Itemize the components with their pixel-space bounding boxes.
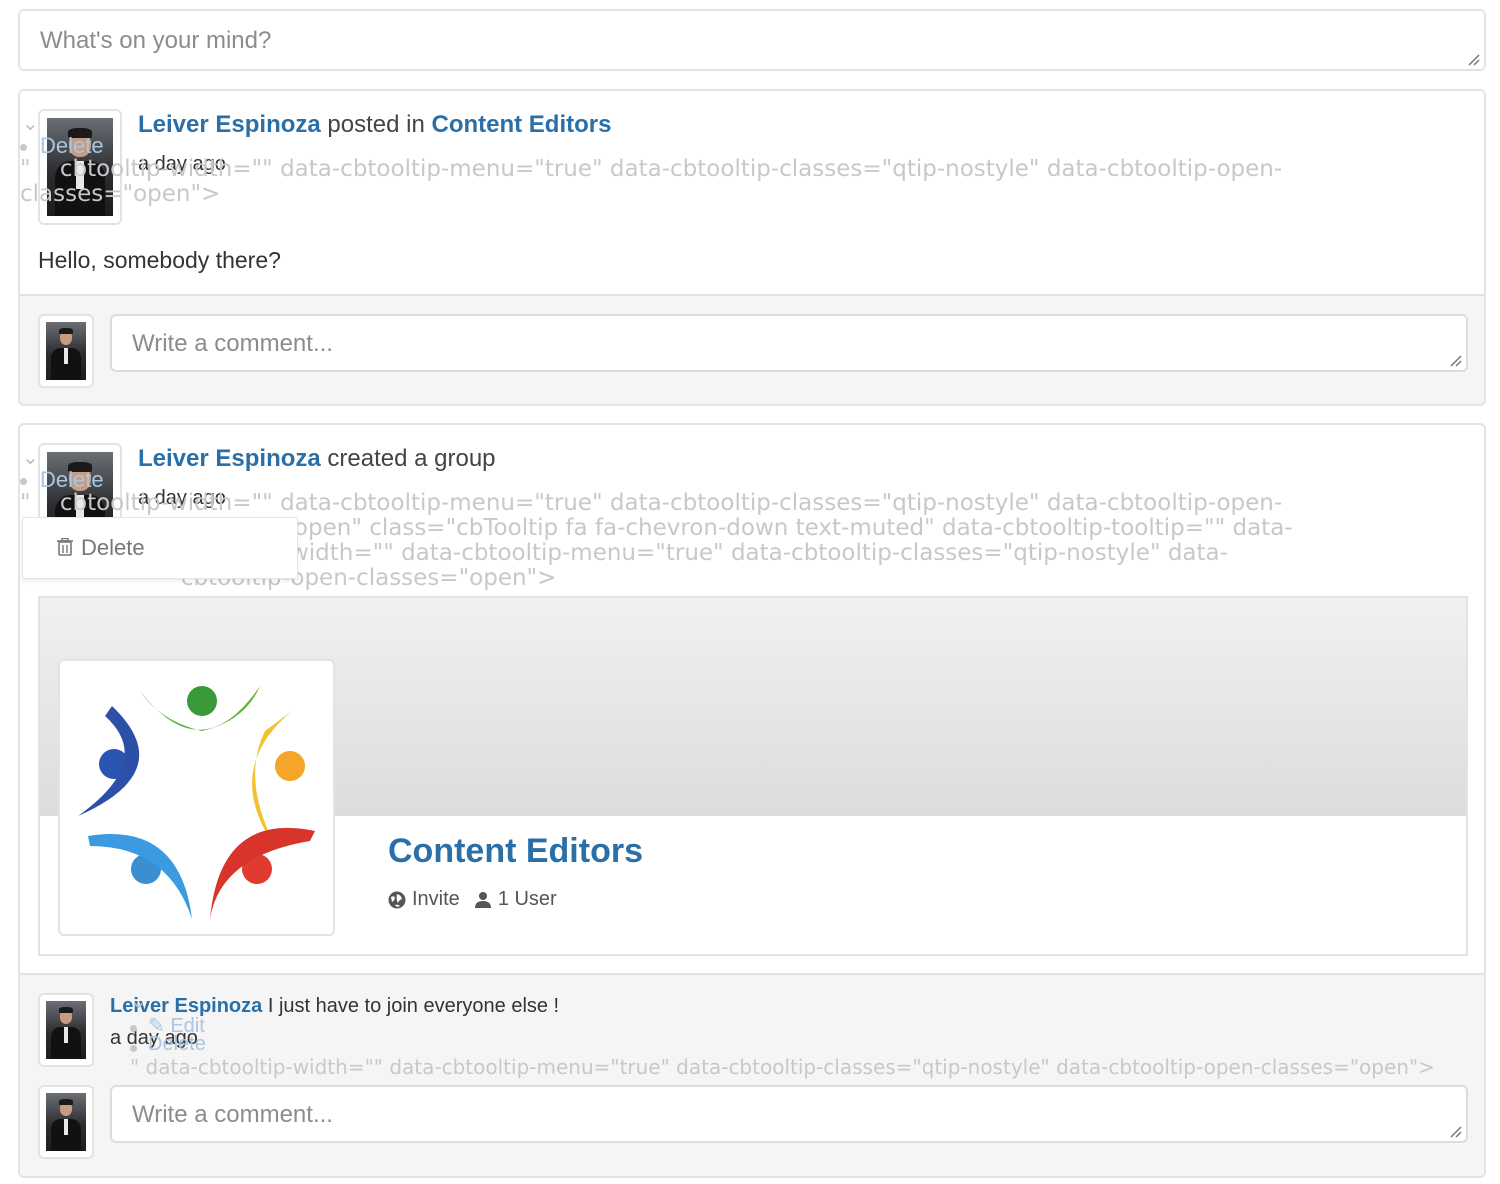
trash-icon <box>57 538 73 556</box>
status-composer[interactable]: What's on your mind? <box>18 9 1486 71</box>
chevron-down-icon[interactable]: ⌄ <box>130 989 147 1014</box>
menu-bullet <box>130 1025 137 1032</box>
activity-post: ⌄ Delete Leiver Espinoza posted in Conte… <box>18 89 1486 406</box>
group-card[interactable]: Content Editors Invite 1 User <box>38 596 1468 956</box>
group-logo-icon <box>78 686 315 919</box>
post-header: Leiver Espinoza created a group <box>138 445 496 473</box>
resize-grip-icon[interactable] <box>1450 355 1462 367</box>
status-placeholder: What's on your mind? <box>40 27 272 54</box>
post-body: Hello, somebody there? <box>38 247 281 273</box>
comment-input[interactable]: Write a comment... <box>110 1085 1468 1143</box>
group-meta: Invite 1 User <box>388 888 557 911</box>
avatar[interactable] <box>38 1085 94 1159</box>
resize-grip-icon[interactable] <box>1468 54 1480 66</box>
delete-menu-item[interactable]: Delete <box>81 535 145 561</box>
post-action: posted in <box>327 111 425 138</box>
leaked-markup-text: " cbtooltip-width="" data-cbtooltip-menu… <box>20 156 1283 207</box>
comment-section: Leiver Espinoza I just have to join ever… <box>20 973 1484 1176</box>
resize-grip-icon[interactable] <box>1450 1126 1462 1138</box>
comment-section: Write a comment... <box>20 294 1484 404</box>
faded-delete-link[interactable]: Delete <box>148 1033 206 1056</box>
comment-text: I just have to join everyone else ! <box>262 995 560 1017</box>
globe-icon <box>388 891 406 908</box>
comment-placeholder: Write a comment... <box>132 1101 333 1128</box>
menu-bullet <box>20 478 27 485</box>
author-link[interactable]: Leiver Espinoza <box>138 111 321 138</box>
chevron-down-icon[interactable]: ⌄ <box>22 111 39 136</box>
comment-input[interactable]: Write a comment... <box>110 314 1468 372</box>
avatar[interactable] <box>38 993 94 1067</box>
menu-bullet <box>130 1045 137 1052</box>
comment-placeholder: Write a comment... <box>132 330 333 357</box>
post-options-dropdown: Delete <box>22 517 298 579</box>
group-logo[interactable] <box>58 659 335 936</box>
avatar[interactable] <box>38 314 94 388</box>
group-link[interactable]: Content Editors <box>431 111 611 138</box>
member-count: 1 User <box>497 888 557 910</box>
post-action: created a group <box>327 445 496 472</box>
post-header: Leiver Espinoza posted in Content Editor… <box>138 111 611 139</box>
group-name[interactable]: Content Editors <box>388 832 643 871</box>
leaked-markup-text: " data-cbtooltip-width="" data-cbtooltip… <box>130 1055 1435 1079</box>
activity-post: ⌄ Delete Leiver Espinoza created a group… <box>18 423 1486 1178</box>
author-link[interactable]: Leiver Espinoza <box>138 445 321 472</box>
invite-label[interactable]: Invite <box>412 888 460 911</box>
menu-bullet <box>20 144 27 151</box>
user-icon <box>474 891 491 908</box>
chevron-down-icon[interactable]: ⌄ <box>22 445 39 470</box>
